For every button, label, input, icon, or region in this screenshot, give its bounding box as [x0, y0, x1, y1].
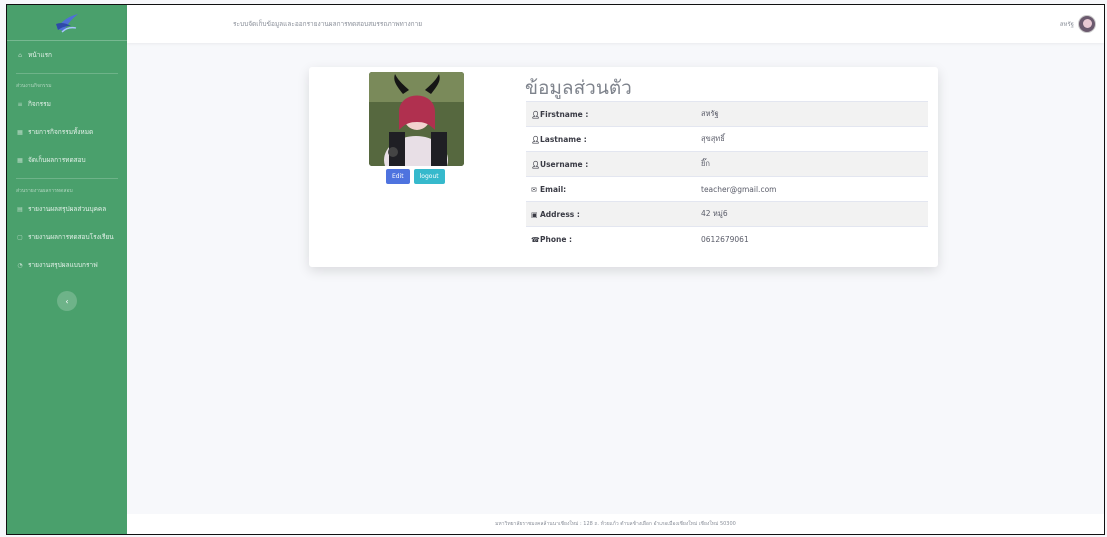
sidebar: ⌂ หน้าแรก ส่วนงานกิจกรรม ≡ กิจกรรม ▦ ราย…: [7, 5, 127, 534]
profile-actions: Edit logout: [386, 169, 445, 184]
sidebar-heading-activities: ส่วนงานกิจกรรม: [16, 83, 52, 89]
table-row: ☎Phone : 0612679061: [526, 226, 928, 252]
profile-photo: [369, 72, 464, 166]
user-name: สหรัฐ: [1059, 21, 1074, 28]
sidebar-item-personal-report[interactable]: ▤ รายงานผลสรุปผลส่วนบุคคล: [7, 195, 127, 223]
user-tie-icon: 👤︎: [531, 160, 540, 169]
sidebar-item-label: จัดเก็บผลการทดสอบ: [28, 156, 86, 164]
avatar: [1078, 15, 1096, 33]
home-icon: ⌂: [18, 51, 22, 59]
user-menu[interactable]: สหรัฐ: [1060, 5, 1096, 43]
profile-card: Edit logout ข้อมูลส่วนตัว 👤︎Firstname : …: [309, 67, 938, 267]
table-row: 👤︎Username : ยิ๊ก: [526, 151, 928, 177]
chart-icon: ◔: [17, 261, 23, 269]
table-row: 👤︎Firstname : สหรัฐ: [526, 101, 928, 127]
profile-info-table: 👤︎Firstname : สหรัฐ 👤︎Lastname : สุขสุทธ…: [526, 101, 928, 252]
chevron-left-icon: ‹: [65, 296, 69, 306]
page-title: ข้อมูลส่วนตัว: [525, 77, 632, 99]
sidebar-item-home[interactable]: ⌂ หน้าแรก: [7, 41, 127, 69]
table-icon: ▦: [17, 156, 23, 164]
table-row: ✉ Email: teacher@gmail.com: [526, 176, 928, 202]
table-row: 👤︎Lastname : สุขสุทธิ์: [526, 126, 928, 152]
row-value: สหรัฐ: [701, 109, 719, 118]
row-label: Phone :: [540, 234, 573, 244]
sidebar-item-label: รายงานสรุปผลแบบกราฟ: [28, 261, 98, 269]
sidebar-item-activities[interactable]: ≡ กิจกรรม: [7, 90, 127, 118]
sidebar-item-label: รายการกิจกรรมทั้งหมด: [28, 128, 94, 136]
row-label: Firstname :: [540, 109, 589, 119]
sidebar-item-label: หน้าแรก: [28, 51, 52, 59]
sidebar-toggle-button[interactable]: ‹: [57, 291, 77, 311]
row-label: Username :: [540, 159, 589, 169]
sidebar-item-label: รายงานผลการทดสอบโรงเรียน: [28, 233, 114, 241]
sidebar-item-all-activities[interactable]: ▦ รายการกิจกรรมทั้งหมด: [7, 118, 127, 146]
file-icon: ▤: [17, 205, 23, 213]
brand-logo[interactable]: [7, 5, 127, 41]
user-icon: 👤︎: [531, 135, 540, 144]
user-icon: 👤︎: [531, 110, 540, 119]
row-value: สุขสุทธิ์: [701, 134, 725, 143]
row-value: 42 หมู่6: [701, 209, 728, 218]
row-value: 0612679061: [701, 234, 749, 244]
site-title: ระบบจัดเก็บข้อมูลและออกรายงานผลการทดสอบส…: [233, 20, 423, 28]
sidebar-item-label: รายงานผลสรุปผลส่วนบุคคล: [28, 205, 107, 213]
row-value: teacher@gmail.com: [701, 184, 777, 194]
envelope-icon: ✉: [531, 185, 537, 194]
sidebar-heading-reports: ส่วนรายงานผลการทดสอบ: [16, 188, 73, 194]
sidebar-item-store-results[interactable]: ▦ จัดเก็บผลการทดสอบ: [7, 146, 127, 174]
divider: [16, 178, 118, 179]
logout-button[interactable]: logout: [413, 169, 445, 184]
sidebar-item-school-report[interactable]: ▢ รายงานผลการทดสอบโรงเรียน: [7, 223, 127, 251]
table-icon: ▦: [17, 128, 23, 136]
profile-photo-image: [369, 72, 464, 166]
topbar: ระบบจัดเก็บข้อมูลและออกรายงานผลการทดสอบส…: [127, 5, 1104, 43]
file-icon: ▢: [17, 233, 23, 241]
address-card-icon: ▣: [531, 210, 538, 219]
row-label: Email:: [540, 184, 567, 194]
footer: มหาวิทยาลัยราชมงคลล้านนาเชียงใหม่ : 128 …: [127, 514, 1104, 534]
divider: [16, 73, 118, 74]
row-value: ยิ๊ก: [701, 159, 710, 168]
sidebar-item-label: กิจกรรม: [28, 100, 51, 108]
logo-icon: [56, 13, 78, 33]
row-label: Lastname :: [540, 134, 587, 144]
row-label: Address :: [540, 209, 580, 219]
sidebar-item-chart-report[interactable]: ◔ รายงานสรุปผลแบบกราฟ: [7, 251, 127, 279]
app-frame: ⌂ หน้าแรก ส่วนงานกิจกรรม ≡ กิจกรรม ▦ ราย…: [6, 4, 1105, 535]
phone-icon: ☎: [531, 235, 540, 244]
table-row: ▣ Address : 42 หมู่6: [526, 201, 928, 227]
list-icon: ≡: [17, 100, 23, 108]
footer-text: มหาวิทยาลัยราชมงคลล้านนาเชียงใหม่ : 128 …: [495, 521, 736, 527]
edit-button[interactable]: Edit: [386, 169, 410, 184]
